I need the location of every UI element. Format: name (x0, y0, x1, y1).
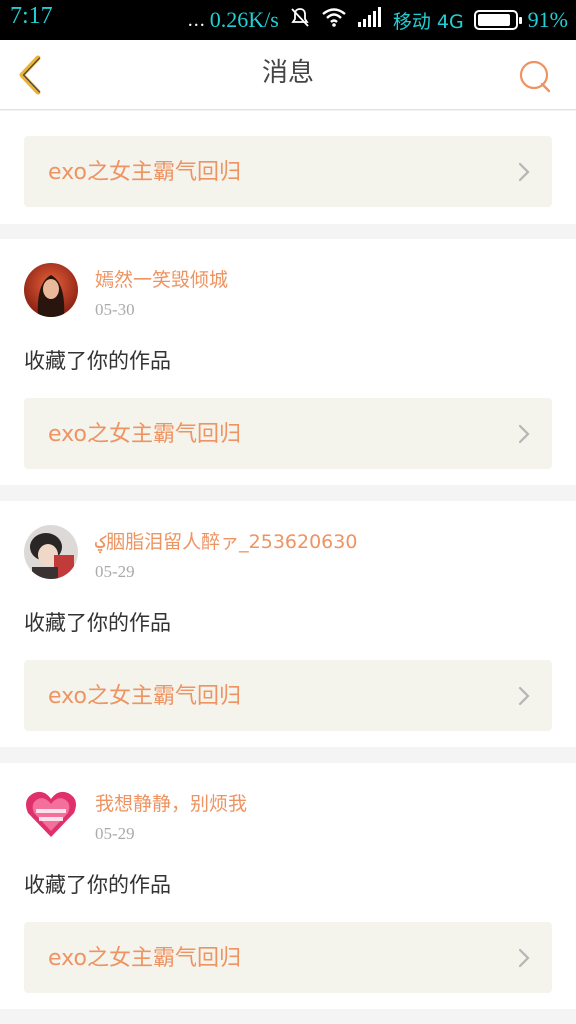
chevron-right-icon (518, 948, 530, 968)
work-card[interactable]: exo之女主霸气回归 (24, 660, 552, 731)
carrier-label: 移动 4G (392, 10, 464, 33)
username[interactable]: ؼ胭脂泪留人醉ァ_253620630 (95, 527, 357, 554)
status-indicators: ... 0.26K/s 移动 4G 91% (188, 5, 568, 35)
message-date: 05-29 (95, 562, 135, 581)
username[interactable]: 嫣然一笑毁倾城 (95, 265, 228, 292)
message-item: ؼ胭脂泪留人醉ァ_253620630 05-29 收藏了你的作品 exo之女主霸… (0, 501, 576, 747)
message-action: 收藏了你的作品 (24, 611, 171, 635)
chevron-right-icon (518, 686, 530, 706)
chevron-right-icon (518, 162, 530, 182)
work-title: exo之女主霸气回归 (48, 946, 241, 971)
chevron-right-icon (518, 424, 530, 444)
work-card[interactable]: exo之女主霸气回归 (24, 136, 552, 207)
notification-dots: ... (187, 8, 206, 31)
work-title: exo之女主霸气回归 (48, 684, 241, 709)
battery-icon (473, 10, 522, 30)
app-header: 消息 (0, 40, 576, 110)
page-title: 消息 (261, 58, 314, 88)
message-item: 我想静静，别烦我 05-29 收藏了你的作品 exo之女主霸气回归 (0, 763, 576, 1009)
avatar[interactable] (24, 525, 78, 579)
wifi-icon (321, 7, 347, 33)
message-action: 收藏了你的作品 (24, 349, 171, 373)
search-icon (519, 60, 551, 93)
work-section: exo之女主霸气回归 (0, 111, 576, 224)
signal-icon (357, 7, 383, 33)
status-time: 7:17 (10, 3, 53, 29)
avatar[interactable] (24, 263, 78, 317)
message-item: 嫣然一笑毁倾城 05-30 收藏了你的作品 exo之女主霸气回归 (0, 239, 576, 485)
network-speed: 0.26K/s (209, 7, 279, 32)
avatar[interactable] (24, 787, 78, 841)
message-action: 收藏了你的作品 (24, 873, 171, 897)
mute-icon (289, 6, 311, 34)
battery-fill (477, 14, 511, 26)
work-title: exo之女主霸气回归 (48, 160, 241, 185)
message-date: 05-30 (95, 300, 135, 319)
message-date: 05-29 (95, 824, 135, 843)
search-button[interactable] (518, 58, 554, 94)
status-bar: 7:17 ... 0.26K/s 移动 4G 91% (0, 0, 576, 40)
battery-percent: 91% (527, 7, 568, 32)
username[interactable]: 我想静静，别烦我 (95, 789, 247, 816)
work-title: exo之女主霸气回归 (48, 422, 241, 447)
work-card[interactable]: exo之女主霸气回归 (24, 922, 552, 993)
work-card[interactable]: exo之女主霸气回归 (24, 398, 552, 469)
